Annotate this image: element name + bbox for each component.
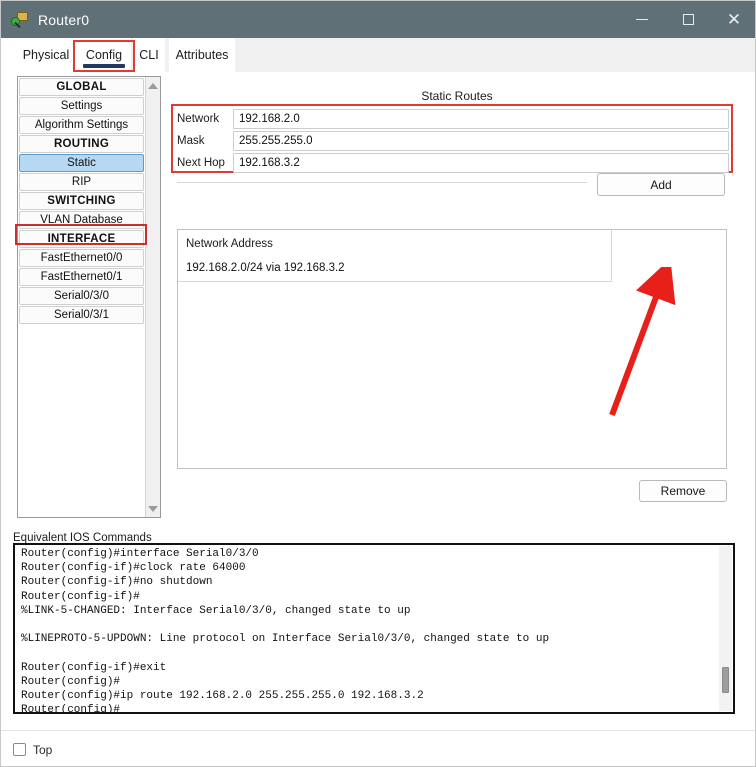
top-checkbox[interactable] [13, 743, 26, 756]
sidebar-label: Algorithm Settings [34, 119, 129, 131]
network-input[interactable] [233, 108, 729, 129]
sidebar-item-serial0-3-0[interactable]: Serial0/3/0 [19, 287, 144, 305]
next-hop-input[interactable] [233, 152, 729, 173]
mask-input[interactable] [233, 130, 729, 151]
sidebar-item-algorithm-settings[interactable]: Algorithm Settings [19, 116, 144, 134]
sidebar-label: FastEthernet0/0 [40, 252, 123, 264]
top-checkbox-label: Top [33, 742, 53, 757]
static-route-list[interactable]: Network Address 192.168.2.0/24 via 192.1… [177, 229, 727, 469]
network-field-row: Network [177, 108, 729, 129]
sidebar-header-routing: ROUTING [19, 135, 144, 153]
sidebar-item-vlan-database[interactable]: VLAN Database [19, 211, 144, 229]
sidebar-item-static[interactable]: Static [19, 154, 144, 172]
mask-label: Mask [177, 134, 205, 147]
static-routes-panel: Static Routes Network Mask Next Hop Add [171, 72, 741, 522]
tab-cli[interactable]: CLI [133, 38, 165, 72]
scroll-down-arrow-icon[interactable] [146, 501, 160, 516]
static-routes-title: Static Routes [421, 89, 493, 103]
maximize-icon[interactable] [665, 1, 711, 38]
window-bottom-bar: Top [1, 730, 755, 766]
tab-bar: Physical Config CLI Attributes [1, 38, 755, 72]
tab-attributes[interactable]: Attributes [169, 38, 235, 72]
window-title: Router0 [38, 11, 90, 28]
sidebar-label: RIP [71, 176, 92, 188]
tab-cli-label: CLI [139, 48, 159, 62]
tab-attributes-label: Attributes [175, 48, 229, 62]
mask-field-row: Mask [177, 130, 729, 151]
network-label: Network [177, 112, 220, 125]
ios-commands-text: Router(config)#interface Serial0/3/0 Rou… [21, 548, 550, 714]
sidebar-header-global: GLOBAL [19, 78, 144, 96]
sidebar-header-interface: INTERFACE [19, 230, 144, 248]
sidebar-label: Static [67, 157, 96, 169]
window-titlebar: Router0 ✕ [1, 1, 755, 38]
sidebar-label: Serial0/3/0 [54, 290, 109, 302]
sidebar-label: FastEthernet0/1 [40, 271, 123, 283]
minimize-icon[interactable] [619, 1, 665, 38]
add-button-label: Add [650, 177, 672, 192]
sidebar-item-list: GLOBAL Settings Algorithm Settings ROUTI… [18, 77, 145, 325]
sidebar-item-rip[interactable]: RIP [19, 173, 144, 191]
route-column-header: Network Address [186, 238, 273, 250]
route-list-item[interactable]: 192.168.2.0/24 via 192.168.3.2 [186, 262, 345, 274]
remove-button[interactable]: Remove [639, 480, 727, 502]
sidebar-item-settings[interactable]: Settings [19, 97, 144, 115]
sidebar-label: INTERFACE [47, 233, 116, 245]
scroll-up-arrow-icon[interactable] [146, 78, 160, 93]
tab-config-label: Config [85, 48, 123, 62]
sidebar-item-serial0-3-1[interactable]: Serial0/3/1 [19, 306, 144, 324]
tab-physical[interactable]: Physical [15, 38, 77, 72]
sidebar-label: VLAN Database [40, 214, 123, 226]
sidebar-header-switching: SWITCHING [19, 192, 144, 210]
ios-console-scrollbar-thumb[interactable] [722, 667, 729, 693]
router-config-window: Router0 ✕ Physical Config CLI Attributes [0, 0, 756, 767]
sidebar-item-fastethernet0-0[interactable]: FastEthernet0/0 [19, 249, 144, 267]
ios-console-scrollbar[interactable] [719, 546, 732, 711]
remove-button-label: Remove [660, 484, 706, 498]
sidebar-label: SWITCHING [47, 195, 116, 207]
tab-active-underline [83, 64, 125, 68]
config-sidebar: GLOBAL Settings Algorithm Settings ROUTI… [17, 76, 161, 518]
sidebar-label: GLOBAL [56, 81, 107, 93]
close-icon[interactable]: ✕ [711, 1, 755, 38]
sidebar-label: Settings [60, 100, 103, 112]
sidebar-scrollbar[interactable] [145, 77, 160, 517]
tab-config[interactable]: Config [77, 38, 131, 72]
sidebar-label: ROUTING [53, 138, 110, 150]
add-button[interactable]: Add [597, 173, 725, 196]
next-hop-field-row: Next Hop [177, 152, 729, 173]
sidebar-item-fastethernet0-1[interactable]: FastEthernet0/1 [19, 268, 144, 286]
next-hop-label: Next Hop [177, 156, 225, 169]
config-content-area: GLOBAL Settings Algorithm Settings ROUTI… [1, 72, 755, 530]
ios-commands-console[interactable]: Router(config)#interface Serial0/3/0 Rou… [13, 543, 735, 714]
sidebar-label: Serial0/3/1 [54, 309, 109, 321]
tab-physical-label: Physical [22, 48, 70, 62]
router-magnifier-icon [11, 11, 29, 29]
form-separator [177, 182, 587, 183]
